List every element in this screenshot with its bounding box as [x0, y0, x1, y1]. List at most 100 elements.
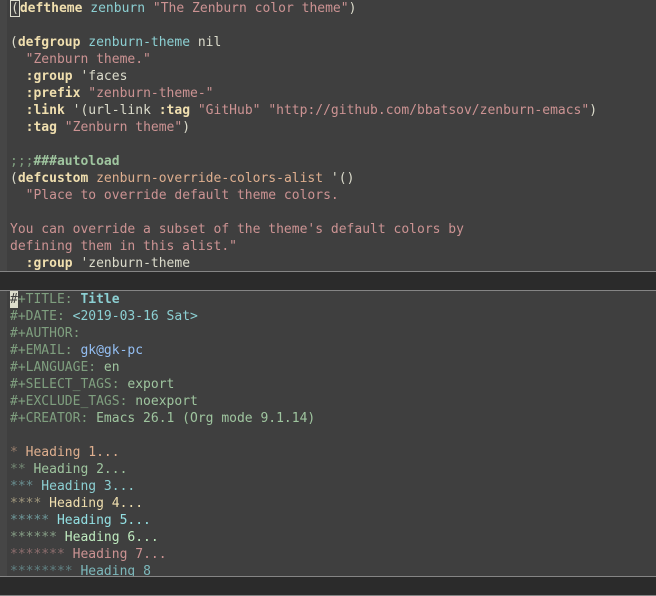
lisp-buffer-text-area[interactable]: (deftheme zenburn "The Zenburn color the…: [0, 0, 656, 271]
org-mode-line[interactable]: -:--- test.org All L1 (Org): [0, 576, 656, 596]
lisp-code-token: ###autoload: [33, 154, 120, 169]
lisp-code-line[interactable]: [10, 204, 656, 221]
lisp-code-line[interactable]: :tag "Zenburn theme"): [10, 119, 656, 136]
lisp-code-token: [10, 120, 26, 135]
lisp-window: (deftheme zenburn "The Zenburn color the…: [0, 0, 656, 291]
org-doc-line[interactable]: * Heading 1...: [10, 444, 656, 461]
lisp-code-token: ): [589, 103, 598, 118]
org-doc-token: noexport: [135, 394, 198, 409]
org-doc-line[interactable]: #+AUTHOR:: [10, 325, 656, 342]
org-doc-line[interactable]: #+EMAIL: gk@gk-pc: [10, 342, 656, 359]
org-doc-line[interactable]: ******* Heading 7...: [10, 546, 656, 563]
org-doc-line[interactable]: #+TITLE: Title: [10, 291, 656, 308]
org-doc-token: Heading 2...: [25, 462, 128, 477]
org-doc-token: #+AUTHOR:: [10, 326, 81, 341]
lisp-code-token: zenburn: [90, 1, 146, 16]
org-doc-line[interactable]: *** Heading 3...: [10, 478, 656, 495]
lisp-code-line[interactable]: :group 'faces: [10, 68, 656, 85]
lisp-code-token: [10, 86, 26, 101]
lisp-code-token: nil: [190, 35, 222, 50]
org-doc-line[interactable]: ******** Heading 8: [10, 563, 656, 576]
lisp-code-token: defining them in this alist.": [10, 239, 237, 254]
org-doc-token: en: [103, 360, 120, 375]
lisp-code-token: You can override a subset of the theme's…: [10, 222, 464, 237]
lisp-code-token: [10, 52, 26, 67]
lisp-code-line[interactable]: (defcustom zenburn-override-colors-alist…: [10, 170, 656, 187]
org-doc-token: Heading 8: [72, 564, 151, 576]
org-doc-token: *******: [10, 547, 65, 562]
text-cursor[interactable]: #: [10, 291, 18, 308]
org-doc-line[interactable]: #+DATE: <2019-03-16 Sat>: [10, 308, 656, 325]
lisp-code-token: "http://github.com/bbatsov/zenburn-emacs…: [268, 103, 590, 118]
lisp-code-token: "The Zenburn color theme": [152, 1, 349, 16]
org-document-lines[interactable]: #+TITLE: Title #+DATE: <2019-03-16 Sat> #+…: [7, 291, 656, 576]
org-doc-token: Title: [80, 292, 120, 307]
text-cursor[interactable]: (: [10, 0, 20, 17]
org-doc-token: *****: [10, 513, 50, 528]
lisp-code-token: ): [348, 1, 357, 16]
lisp-code-token: "GitHub": [197, 103, 261, 118]
lisp-code-token: (: [10, 35, 18, 50]
lisp-code-token: "zenburn-theme-": [88, 86, 214, 101]
lisp-code-token: [57, 120, 65, 135]
org-doc-token: ****: [10, 496, 42, 511]
lisp-code-token: "Zenburn theme.": [25, 52, 151, 67]
org-doc-token: #+EXCLUDE_TAGS:: [10, 394, 136, 409]
lisp-code-lines[interactable]: (deftheme zenburn "The Zenburn color the…: [7, 0, 656, 271]
org-doc-line[interactable]: **** Heading 4...: [10, 495, 656, 512]
org-window: #+TITLE: Title #+DATE: <2019-03-16 Sat> #+…: [0, 291, 656, 596]
org-doc-line[interactable]: #+CREATOR: Emacs 26.1 (Org mode 9.1.14): [10, 410, 656, 427]
lisp-code-token: [10, 256, 26, 271]
lisp-code-token: '(): [323, 171, 355, 186]
lisp-code-line[interactable]: [10, 17, 656, 34]
org-doc-line[interactable]: #+SELECT_TAGS: export: [10, 376, 656, 393]
org-doc-token: ********: [10, 564, 73, 576]
lisp-code-token: ;;;: [10, 154, 34, 169]
org-doc-line[interactable]: ****** Heading 6...: [10, 529, 656, 546]
org-doc-token: **: [10, 462, 26, 477]
lisp-code-token: '(url-link: [64, 103, 159, 118]
lisp-code-token: 'zenburn-theme: [72, 256, 191, 271]
org-doc-line[interactable]: [10, 427, 656, 444]
lisp-code-token: [145, 1, 153, 16]
lisp-code-token: :link: [25, 103, 65, 118]
lisp-code-line[interactable]: You can override a subset of the theme's…: [10, 221, 656, 238]
lisp-code-line[interactable]: ;;;###autoload: [10, 153, 656, 170]
org-doc-token: Heading 5...: [49, 513, 151, 528]
lisp-code-token: [10, 188, 26, 203]
org-buffer-text-area[interactable]: #+TITLE: Title #+DATE: <2019-03-16 Sat> #+…: [0, 291, 656, 576]
org-doc-token: #+DATE:: [10, 309, 73, 324]
lisp-code-line[interactable]: [10, 136, 656, 153]
lisp-code-line[interactable]: :group 'zenburn-theme: [10, 255, 656, 271]
org-doc-token: #+LANGUAGE:: [10, 360, 104, 375]
left-fringe: [0, 0, 7, 271]
lisp-code-token: "Place to override default theme colors.: [25, 188, 339, 203]
lisp-mode-line[interactable]: -:--- zenburn-theme.el 2% L34 Git-master…: [0, 271, 656, 291]
org-doc-line[interactable]: #+EXCLUDE_TAGS: noexport: [10, 393, 656, 410]
org-doc-token: Heading 3...: [33, 479, 136, 494]
lisp-code-token: (: [10, 171, 18, 186]
lisp-code-token: :group: [25, 69, 73, 84]
org-doc-token: *: [10, 445, 18, 460]
lisp-code-token: [10, 103, 26, 118]
org-doc-token: ******: [10, 530, 57, 545]
org-doc-token: #+CREATOR:: [10, 411, 97, 426]
lisp-code-line[interactable]: defining them in this alist.": [10, 238, 656, 255]
lisp-code-token: :group: [25, 256, 73, 271]
org-doc-line[interactable]: ** Heading 2...: [10, 461, 656, 478]
org-doc-token: #+EMAIL:: [10, 343, 81, 358]
org-doc-token: ***: [10, 479, 34, 494]
org-doc-token: gk@gk-pc: [80, 343, 144, 358]
org-doc-token: Emacs 26.1 (Org mode 9.1.14): [96, 411, 316, 426]
lisp-code-line[interactable]: "Zenburn theme.": [10, 51, 656, 68]
org-doc-line[interactable]: ***** Heading 5...: [10, 512, 656, 529]
lisp-code-token: 'faces: [72, 69, 128, 84]
lisp-code-line[interactable]: "Place to override default theme colors.: [10, 187, 656, 204]
lisp-code-token: :tag: [158, 103, 191, 118]
lisp-code-line[interactable]: (defgroup zenburn-theme nil: [10, 34, 656, 51]
lisp-code-line[interactable]: (deftheme zenburn "The Zenburn color the…: [10, 0, 656, 17]
org-doc-line[interactable]: #+LANGUAGE: en: [10, 359, 656, 376]
org-doc-token: Heading 4...: [41, 496, 144, 511]
lisp-code-line[interactable]: :link '(url-link :tag "GitHub" "http://g…: [10, 102, 656, 119]
lisp-code-line[interactable]: :prefix "zenburn-theme-": [10, 85, 656, 102]
